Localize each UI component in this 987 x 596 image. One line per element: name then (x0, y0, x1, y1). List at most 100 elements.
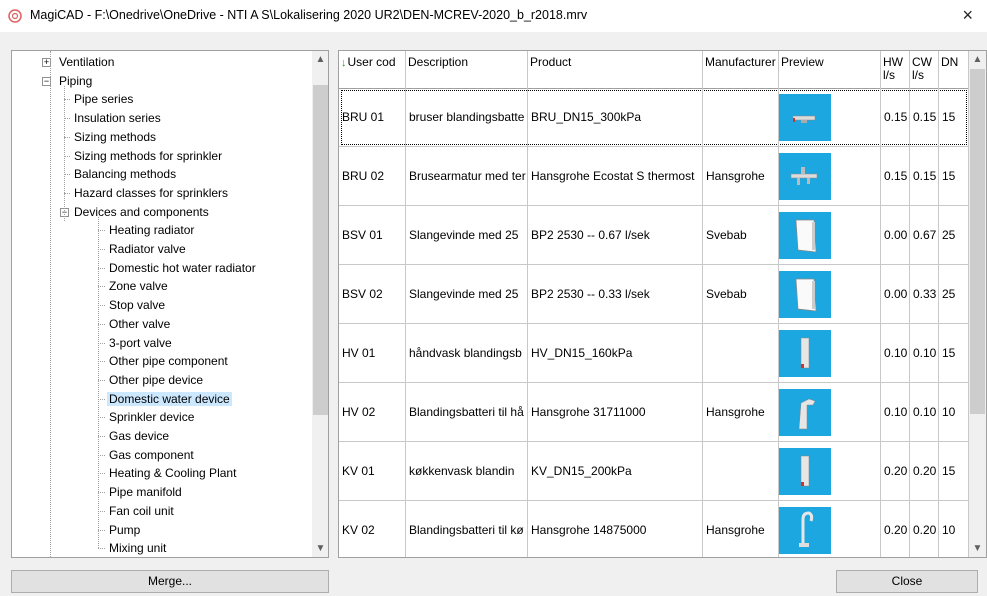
close-button[interactable]: Close (836, 570, 978, 593)
cell-hw: 0.15 (881, 147, 910, 205)
grid-scrollbar[interactable]: ▲ ▼ (969, 51, 986, 557)
tree-item-label: Radiator valve (109, 242, 186, 256)
cell-hw: 0.20 (881, 442, 910, 500)
column-header-preview[interactable]: Preview (779, 51, 881, 88)
tree-item[interactable]: 3-port valve (107, 334, 174, 352)
tree-item[interactable]: Sizing methods for sprinkler (72, 147, 224, 165)
tree-item[interactable]: Zone valve (107, 277, 170, 295)
table-row[interactable]: BSV 01 Slangevinde med 25 BP2 2530 -- 0.67… (339, 206, 969, 265)
tree-item[interactable]: Devices and components (72, 203, 211, 221)
scroll-down-icon[interactable]: ▼ (969, 540, 986, 557)
scroll-thumb[interactable] (970, 69, 985, 414)
tree-item[interactable]: Pipe manifold (107, 483, 184, 501)
tree-item[interactable]: Stop valve (107, 296, 167, 314)
tree-scrollbar[interactable]: ▲ ▼ (312, 51, 328, 557)
column-header-manufacturer[interactable]: Manufacturer (703, 51, 779, 88)
tree-item[interactable]: Domestic water device (107, 390, 232, 408)
category-tree[interactable]: Ventilation + Piping − Pipe series Insulation… (11, 50, 329, 558)
cell-dn: 25 (939, 265, 969, 323)
tree-connector (98, 510, 105, 512)
tree-item[interactable]: Gas device (107, 427, 171, 445)
tree-item[interactable]: Heating radiator (107, 221, 196, 239)
sort-arrow-icon: ↓ (341, 57, 347, 69)
column-header-hw[interactable]: HW l/s (881, 51, 910, 88)
tree-item-label: Piping (59, 73, 93, 88)
tree-item[interactable]: Other pipe component (107, 352, 230, 370)
cell-description: Slangevinde med 25 (406, 206, 528, 264)
hose-reel-icon (779, 271, 831, 318)
table-row[interactable]: BRU 02 Brusearmatur med ter Hansgrohe Ecos… (339, 147, 969, 206)
tree-item[interactable]: Piping (57, 72, 94, 90)
scroll-up-icon[interactable]: ▲ (312, 51, 328, 68)
tree-item-label: Other valve (109, 316, 171, 331)
tree-item[interactable]: Balancing methods (72, 165, 178, 183)
merge-button[interactable]: Merge... (11, 570, 329, 593)
tree-item[interactable]: Mixing unit (107, 539, 168, 557)
tree-item[interactable]: Sprinkler device (107, 408, 196, 426)
tree-connector (98, 492, 105, 494)
cell-preview (779, 442, 881, 500)
tree-item-label: Gas component (109, 447, 194, 462)
column-header-description[interactable]: Description (406, 51, 528, 88)
thermostat-mixer-icon (779, 153, 831, 200)
close-window-icon[interactable]: × (962, 5, 973, 26)
tree-item[interactable]: Other valve (107, 315, 172, 333)
cell-hw: 0.15 (881, 88, 910, 146)
cell-cw: 0.10 (910, 383, 939, 441)
tree-item[interactable]: Radiator valve (107, 240, 188, 258)
tree-item-label: Heating radiator (109, 223, 195, 238)
tree-item[interactable]: Domestic hot water radiator (107, 259, 258, 277)
tree-item[interactable]: Gas component (107, 446, 196, 464)
cell-product: Hansgrohe 31711000 (528, 383, 703, 441)
tree-connector (98, 473, 105, 475)
table-row[interactable]: KV 01 køkkenvask blandin KV_DN15_200kPa 0.2… (339, 442, 969, 501)
tree-item[interactable]: Hazard classes for sprinklers (72, 184, 230, 202)
cell-dn: 10 (939, 383, 969, 441)
cell-description: Brusearmatur med ter (406, 147, 528, 205)
tree-item[interactable]: Heating & Cooling Plant (107, 464, 238, 482)
cell-description: bruser blandingsbatte (406, 88, 528, 146)
tree-item[interactable]: Pipe series (72, 90, 135, 108)
cell-user-code: KV 02 (339, 501, 406, 557)
column-header-product[interactable]: Product (528, 51, 703, 88)
scroll-down-icon[interactable]: ▼ (312, 540, 328, 557)
tree-item[interactable]: Pump (107, 521, 142, 539)
tree-connector (50, 51, 51, 557)
tree-item-label: Other pipe component (109, 354, 228, 369)
cell-cw: 0.15 (910, 88, 939, 146)
tree-item[interactable]: Other pipe device (107, 371, 205, 389)
cell-dn: 15 (939, 147, 969, 205)
column-header-label: Product (530, 55, 572, 69)
device-grid[interactable]: ↓User cod Description Product Manufacturer P… (338, 50, 987, 558)
table-row[interactable]: BRU 01 bruser blandingsbatte BRU_DN15_300k… (339, 88, 969, 147)
cell-manufacturer: Svebab (703, 206, 779, 264)
column-header-user-code[interactable]: ↓User cod (339, 51, 406, 88)
cell-cw: 0.33 (910, 265, 939, 323)
tree-item[interactable]: Insulation series (72, 109, 163, 127)
cell-dn: 25 (939, 206, 969, 264)
table-row[interactable]: BSV 02 Slangevinde med 25 BP2 2530 -- 0.33… (339, 265, 969, 324)
tree-connector (98, 454, 105, 456)
table-row[interactable]: KV 02 Blandingsbatteri til kø Hansgrohe 14… (339, 501, 969, 557)
tree-connector (98, 417, 105, 419)
table-row[interactable]: HV 01 håndvask blandingsb HV_DN15_160kPa 0.… (339, 324, 969, 383)
tree-connector (98, 249, 105, 250)
tree-connector (98, 361, 105, 363)
column-header-label: HW l/s (883, 55, 903, 82)
cell-dn: 15 (939, 324, 969, 382)
cell-manufacturer: Hansgrohe (703, 147, 779, 205)
tree-connector (98, 342, 105, 344)
column-header-cw[interactable]: CW l/s (910, 51, 939, 88)
cell-product: Hansgrohe 14875000 (528, 501, 703, 557)
tree-connector (98, 379, 105, 381)
tree-item-label: Hazard classes for sprinklers (74, 185, 229, 200)
tree-item[interactable]: Sizing methods (72, 128, 158, 146)
tree-item-label: Pump (109, 522, 141, 537)
tree-item[interactable]: Fan coil unit (107, 502, 176, 520)
tree-item[interactable]: Ventilation (57, 53, 116, 71)
column-header-dn[interactable]: DN (939, 51, 969, 88)
scroll-up-icon[interactable]: ▲ (969, 51, 986, 68)
scroll-thumb[interactable] (313, 85, 328, 415)
table-row[interactable]: HV 02 Blandingsbatteri til hå Hansgrohe 31… (339, 383, 969, 442)
column-header-label: Preview (781, 55, 824, 69)
